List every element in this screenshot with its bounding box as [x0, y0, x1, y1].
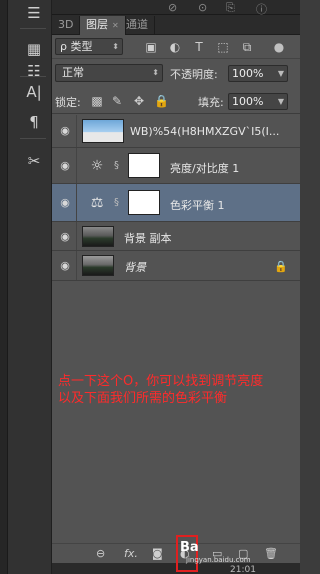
link-chain-icon[interactable]: §: [114, 195, 124, 211]
divider: [76, 148, 77, 183]
tool-presets-icon[interactable]: ✂: [20, 150, 48, 172]
libraries-icon[interactable]: ☷: [20, 60, 48, 82]
visibility-eye-icon[interactable]: ◉: [58, 259, 72, 273]
panel-header-bar: ⊘ ⊙ ⎘ ⓘ: [52, 0, 300, 16]
layer-row[interactable]: ◉ 背景 🔒: [52, 251, 300, 281]
opacity-label: 不透明度:: [170, 68, 218, 81]
filter-toggle-icon[interactable]: ●: [272, 40, 286, 54]
link-layers-icon[interactable]: ⊖: [96, 547, 105, 560]
anchor-icon[interactable]: ⊙: [198, 1, 207, 14]
annotation-text: 点一下这个O，你可以找到调节亮度 以及下面我们所需的色彩平衡: [58, 373, 294, 407]
layer-name[interactable]: 背景: [124, 259, 146, 275]
layer-row-selected[interactable]: ◉ ⚖ § 色彩平衡 1: [52, 184, 300, 222]
layer-name[interactable]: WB)%54(H8HMXZGV`I5(I...: [130, 125, 279, 138]
lock-icon: 🔒: [274, 260, 288, 273]
layer-thumbnail: [82, 255, 114, 276]
annotation-line: 点一下这个O，你可以找到调节亮度: [58, 374, 264, 389]
blend-mode-select[interactable]: 正常 ⬍: [55, 64, 163, 82]
color-balance-icon: ⚖: [90, 195, 104, 211]
adjustments-tool-icon[interactable]: ☰: [20, 2, 48, 24]
visibility-eye-icon[interactable]: ◉: [58, 159, 72, 173]
visibility-eye-icon[interactable]: ◉: [58, 196, 72, 210]
tab-layers[interactable]: 图层: [80, 16, 126, 35]
lock-row: 锁定: ▩ ✎ ✥ 🔒 填充: 100% ▼: [52, 88, 300, 114]
layers-panel: ρ 类型 ⬍ ▣ ◐ T ⬚ ⧉ ● 正常 ⬍ 不透明度: 100% ▼ 锁定:…: [52, 35, 300, 574]
panel-tabs: 3D 图层 通道: [52, 15, 300, 35]
tab-3d[interactable]: 3D: [52, 16, 81, 35]
tab-channels[interactable]: 通道: [120, 16, 155, 35]
image-filter-icon[interactable]: ▣: [144, 40, 158, 54]
tool-separator: [20, 138, 46, 139]
clock-text: 21:01: [230, 565, 256, 574]
chevron-updown-icon: ⬍: [152, 68, 159, 77]
layer-name[interactable]: 色彩平衡 1: [170, 197, 225, 213]
opacity-value: 100%: [232, 67, 264, 80]
divider: [76, 222, 77, 250]
lock-image-icon[interactable]: ✎: [110, 94, 124, 108]
tool-separator: [20, 28, 46, 29]
annotation-line: 以及下面我们所需的色彩平衡: [58, 391, 228, 406]
lock-position-icon[interactable]: ✥: [132, 94, 146, 108]
blend-row: 正常 ⬍ 不透明度: 100% ▼: [52, 60, 300, 86]
watermark-logo: Ba: [180, 540, 199, 555]
layer-thumbnail: [82, 226, 114, 247]
brush-presets-icon[interactable]: ▦: [20, 38, 48, 60]
blend-mode-value: 正常: [62, 66, 84, 79]
lock-transparent-icon[interactable]: ▩: [90, 94, 104, 108]
visibility-eye-icon[interactable]: ◉: [58, 124, 72, 138]
fill-value: 100%: [232, 95, 264, 108]
shape-filter-icon[interactable]: ⬚: [216, 40, 230, 54]
chevron-down-icon: ▼: [277, 97, 284, 106]
smart-object-filter-icon[interactable]: ⧉: [240, 40, 254, 54]
add-mask-icon[interactable]: ◙: [152, 547, 163, 560]
divider: [76, 184, 77, 221]
layer-row[interactable]: ◉ ☼ § 亮度/对比度 1: [52, 148, 300, 184]
filter-row: ρ 类型 ⬍ ▣ ◐ T ⬚ ⧉ ●: [52, 35, 300, 59]
visibility-eye-icon[interactable]: ◉: [58, 230, 72, 244]
kind-filter-label: ρ 类型: [60, 40, 93, 53]
divider: [76, 251, 77, 280]
character-panel-icon[interactable]: A|: [20, 81, 48, 103]
layer-row[interactable]: ◉ 背景 副本: [52, 222, 300, 251]
fill-label: 填充:: [198, 96, 224, 109]
layer-mask-thumbnail[interactable]: [128, 190, 160, 215]
fill-field[interactable]: 100% ▼: [228, 93, 288, 110]
layer-mask-thumbnail[interactable]: [128, 153, 160, 178]
tool-strip: ☰ ▦ ☷ A| ¶ ✂: [8, 0, 52, 574]
watermark-site: jingyan.baidu.com: [186, 556, 251, 564]
type-filter-icon[interactable]: T: [192, 40, 206, 54]
layer-name[interactable]: 亮度/对比度 1: [170, 160, 239, 176]
link-icon[interactable]: ⊘: [168, 1, 177, 14]
paragraph-panel-icon[interactable]: ¶: [20, 111, 48, 133]
divider: [76, 115, 77, 147]
layer-list: ◉ WB)%54(H8HMXZGV`I5(I... ◉ ☼ § 亮度/对比度 1…: [52, 115, 300, 281]
tool-separator: [20, 76, 46, 77]
link-chain-icon[interactable]: §: [114, 158, 124, 174]
left-edge-strip: [0, 0, 8, 574]
layer-row[interactable]: ◉ WB)%54(H8HMXZGV`I5(I...: [52, 115, 300, 148]
layer-name[interactable]: 背景 副本: [124, 230, 172, 246]
delete-layer-icon[interactable]: 🗑: [264, 547, 278, 560]
layer-thumbnail: [82, 119, 124, 143]
lock-all-icon[interactable]: 🔒: [154, 94, 169, 108]
add-style-button[interactable]: fx.: [124, 547, 138, 560]
lock-label: 锁定:: [55, 96, 81, 109]
opacity-field[interactable]: 100% ▼: [228, 65, 288, 82]
export-icon[interactable]: ⎘: [226, 1, 235, 15]
chevron-down-icon: ▼: [277, 69, 284, 78]
chevron-updown-icon: ⬍: [112, 42, 119, 51]
brightness-contrast-icon: ☼: [90, 158, 104, 174]
kind-filter-select[interactable]: ρ 类型 ⬍: [55, 38, 123, 55]
adjustment-filter-icon[interactable]: ◐: [168, 40, 182, 54]
